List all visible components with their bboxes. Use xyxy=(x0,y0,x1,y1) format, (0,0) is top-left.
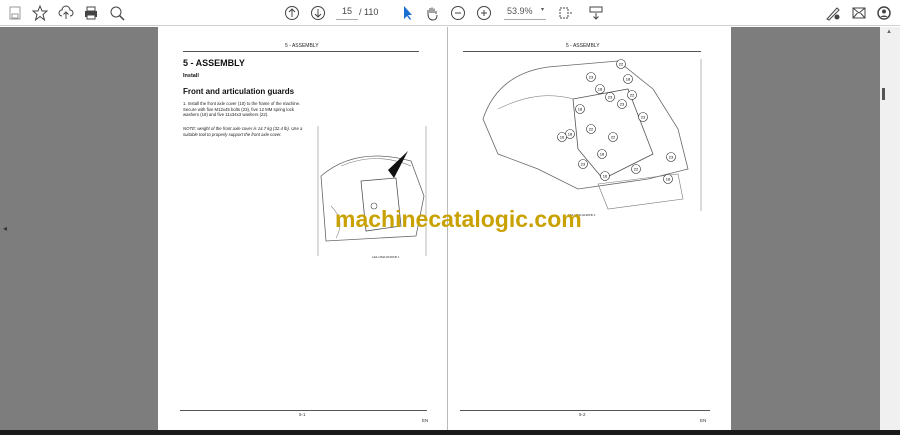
callout-number: 18 xyxy=(568,132,573,137)
step-text: 1. Install the front axle cover (10) to … xyxy=(183,101,301,117)
figure-front-axle-cover xyxy=(317,126,427,256)
callout-number: 18 xyxy=(666,177,671,182)
callout-number: 18 xyxy=(578,107,583,112)
callout-number: 22 xyxy=(611,135,616,140)
callout-number: 23 xyxy=(581,162,586,167)
footer-rule xyxy=(180,410,427,411)
figure-articulation-guards: 2318222318221823221816 2223182318222316 xyxy=(482,59,702,211)
sign-icon[interactable] xyxy=(824,4,842,22)
page-total: / 110 xyxy=(359,7,379,17)
search-icon[interactable] xyxy=(108,4,126,22)
section-title: Front and articulation guards xyxy=(183,87,295,96)
scrollbar-thumb[interactable] xyxy=(882,88,885,100)
note-text: NOTE: weight of the front axle cover is … xyxy=(183,126,303,137)
callout-number: 16 xyxy=(603,174,608,179)
previous-page-icon[interactable] xyxy=(283,4,301,22)
page-fit-icon[interactable] xyxy=(556,4,574,22)
status-bar xyxy=(0,430,900,435)
next-page-icon[interactable] xyxy=(309,4,327,22)
page-number: 5-2 xyxy=(579,412,586,417)
zoom-level-select[interactable]: 53.9% ▾ xyxy=(504,6,546,20)
callout-number: 22 xyxy=(630,93,635,98)
page-number: 5-1 xyxy=(299,412,306,417)
hand-tool-icon[interactable] xyxy=(423,4,441,22)
print-icon[interactable] xyxy=(82,4,100,22)
watermark: machinecatalogic.com xyxy=(335,206,582,232)
callout-number: 23 xyxy=(669,155,674,160)
callout-number: 23 xyxy=(620,102,625,107)
page-number-input[interactable]: 15 xyxy=(336,6,358,20)
language-code: EN xyxy=(700,418,707,423)
chapter-title: 5 - ASSEMBLY xyxy=(183,58,245,68)
bookmark-star-icon[interactable] xyxy=(31,4,49,22)
scroll-up-icon[interactable]: ▲ xyxy=(886,29,892,35)
collapse-left-panel-icon[interactable]: ◂ xyxy=(3,224,7,233)
callout-number: 18 xyxy=(626,77,631,82)
scroll-mode-icon[interactable] xyxy=(587,4,605,22)
header-rule xyxy=(183,51,419,52)
save-icon[interactable] xyxy=(6,4,24,22)
language-code: EN xyxy=(422,418,429,423)
callout-number: 22 xyxy=(619,62,624,67)
callout-number: 23 xyxy=(608,95,613,100)
subtitle: Install xyxy=(183,73,199,79)
callout-number: 16 xyxy=(560,135,565,140)
select-cursor-icon[interactable] xyxy=(398,4,416,22)
running-header: 5 - ASSEMBLY xyxy=(285,43,319,49)
callout-number: 23 xyxy=(641,115,646,120)
callout-number: 18 xyxy=(598,87,603,92)
figure-caption: LEIL19WH1196FB 1 xyxy=(372,255,400,259)
account-icon[interactable] xyxy=(876,4,894,22)
zoom-in-icon[interactable] xyxy=(475,4,493,22)
callout-number: 22 xyxy=(634,167,639,172)
zoom-level-value: 53.9% xyxy=(507,6,533,16)
email-icon[interactable] xyxy=(850,4,868,22)
header-rule xyxy=(463,51,701,52)
zoom-out-icon[interactable] xyxy=(449,4,467,22)
running-header: 5 - ASSEMBLY xyxy=(566,43,600,49)
upload-cloud-icon[interactable] xyxy=(57,4,75,22)
callout-number: 22 xyxy=(589,127,594,132)
callout-number: 18 xyxy=(600,152,605,157)
toolbar: 15 / 110 53.9% ▾ xyxy=(0,0,900,26)
callout-number: 23 xyxy=(589,75,594,80)
footer-rule xyxy=(460,410,710,411)
chevron-down-icon: ▾ xyxy=(540,7,544,13)
